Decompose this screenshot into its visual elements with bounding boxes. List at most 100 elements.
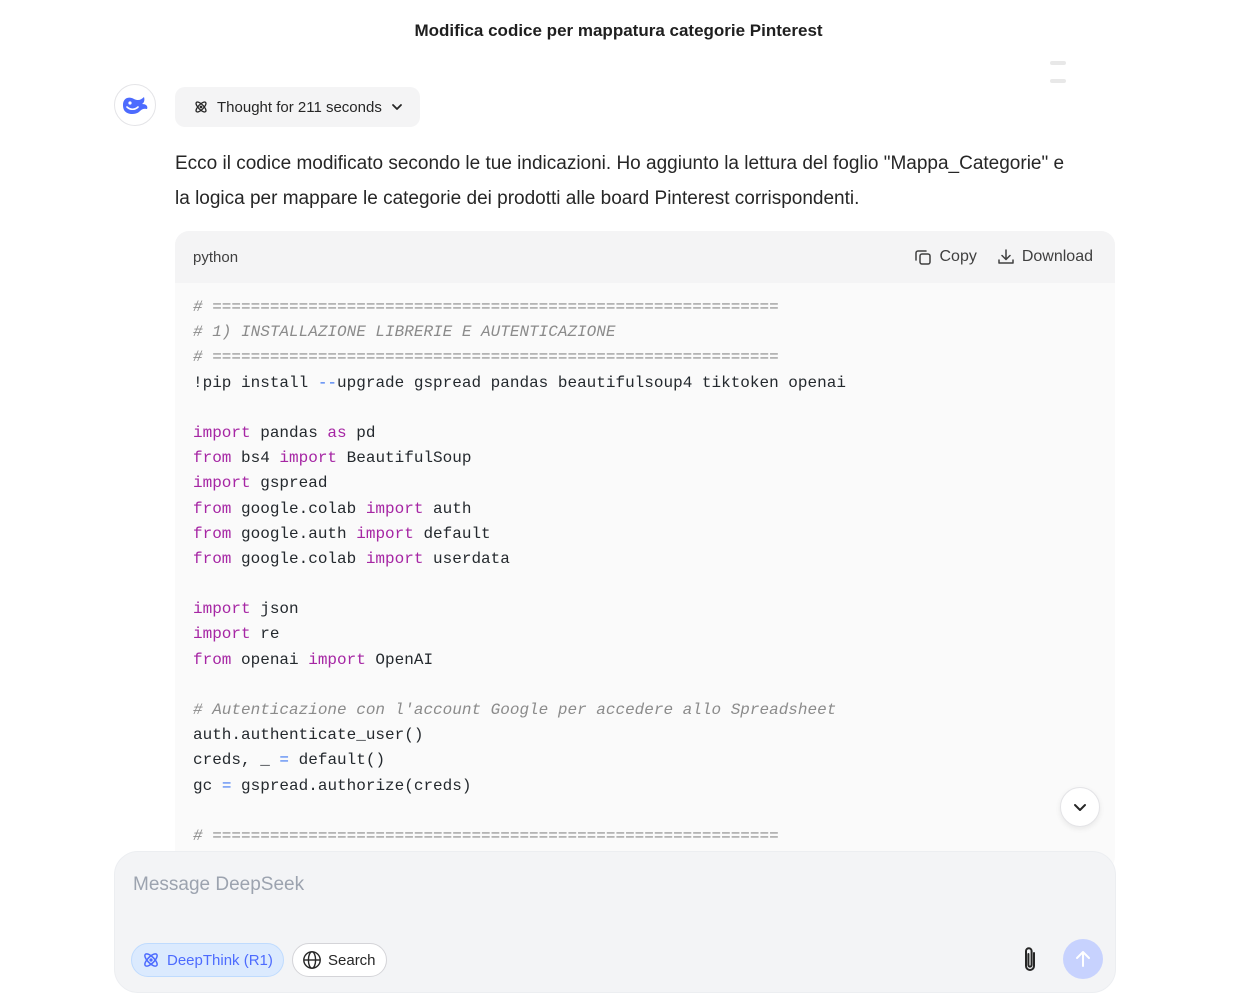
send-button[interactable] <box>1063 939 1103 979</box>
download-button[interactable]: Download <box>997 248 1093 266</box>
code-line: gc = gspread.authorize(creds) <box>193 774 1105 799</box>
code-line: creds, _ = default() <box>193 748 1105 773</box>
code-token: default() <box>289 751 386 770</box>
copy-icon <box>915 250 932 265</box>
code-token: import <box>365 549 424 568</box>
code-line: !pip install --upgrade gspread pandas be… <box>193 371 1105 396</box>
reply-line: la logica per mappare le categorie dei p… <box>175 188 860 209</box>
code-token: from <box>193 499 232 518</box>
code-line: # ======================================… <box>193 345 1105 370</box>
whale-logo-icon <box>123 97 148 115</box>
thought-toggle[interactable]: Thought for 211 seconds <box>175 87 420 127</box>
code-token: !pip install <box>193 373 318 392</box>
attach-button[interactable] <box>1015 942 1045 978</box>
code-line: from google.colab import userdata <box>193 547 1105 572</box>
faded-toolbar <box>1050 52 1120 83</box>
download-label: Download <box>1021 248 1093 265</box>
code-line: # ======================================… <box>193 824 1105 849</box>
top-bar: Modifica codice per mappatura categorie … <box>0 0 1237 83</box>
code-token: pd <box>346 423 376 442</box>
deepthink-label: DeepThink (R1) <box>167 951 273 969</box>
code-token: re <box>250 625 280 644</box>
code-content: # ======================================… <box>193 295 1105 849</box>
code-token: import <box>193 474 251 493</box>
code-token: openai <box>231 650 309 669</box>
code-token: # Autenticazione con l'account Google pe… <box>193 701 837 719</box>
code-token: default <box>413 524 491 543</box>
code-line: from google.colab import auth <box>193 497 1105 522</box>
code-token: from <box>193 650 232 669</box>
code-token: from <box>193 549 232 568</box>
code-token: = <box>221 776 232 795</box>
code-line: import pandas as pd <box>193 421 1105 446</box>
code-token: auth <box>423 499 472 518</box>
code-token: import <box>365 499 424 518</box>
code-token: creds, _ <box>193 751 280 770</box>
code-token: userdata <box>423 549 510 568</box>
code-token: from <box>193 524 232 543</box>
search-toggle[interactable]: Search <box>292 943 387 977</box>
code-token: # ======================================… <box>193 348 779 367</box>
scroll-down-button[interactable] <box>1060 787 1100 827</box>
deepthink-toggle[interactable]: DeepThink (R1) <box>131 943 284 977</box>
code-token: google.colab <box>231 499 366 518</box>
code-token: google.colab <box>231 549 366 568</box>
copy-button[interactable]: Copy <box>914 248 977 266</box>
code-token: = <box>279 751 290 770</box>
copy-label: Copy <box>939 248 977 265</box>
code-token: pandas <box>250 423 328 442</box>
code-token: import <box>193 625 251 644</box>
code-token: # 1) INSTALLAZIONE LIBRERIE E AUTENTICAZ… <box>193 323 616 342</box>
code-token: google.auth <box>231 524 357 543</box>
code-line: # ======================================… <box>193 295 1105 320</box>
globe-icon <box>303 951 321 969</box>
thought-label: Thought for 211 seconds <box>217 98 382 116</box>
code-token: bs4 <box>231 449 280 468</box>
code-token: import <box>193 600 251 619</box>
code-line: auth.authenticate_user() <box>193 723 1105 748</box>
code-line: from google.auth import default <box>193 522 1105 547</box>
code-token: upgrade gspread pandas beautifulsoup4 ti… <box>337 373 846 392</box>
code-token: from <box>193 449 232 468</box>
code-line: import gspread <box>193 471 1105 496</box>
code-line: from bs4 import BeautifulSoup <box>193 446 1105 471</box>
paperclip-icon <box>1025 947 1035 971</box>
atom-icon <box>144 953 158 967</box>
code-token: auth.authenticate_user() <box>193 726 424 745</box>
code-token: import <box>308 650 366 669</box>
code-token: json <box>250 600 299 619</box>
code-token: import <box>279 449 338 468</box>
code-token: OpenAI <box>365 650 434 669</box>
chevron-down-icon <box>391 104 402 110</box>
chat-title: Modifica codice per mappatura categorie … <box>414 21 823 40</box>
chevron-down-icon <box>1074 804 1086 811</box>
code-header: python Copy Download <box>175 231 1115 283</box>
code-token: import <box>356 524 414 543</box>
code-line: # Autenticazione con l'account Google pe… <box>193 698 1105 723</box>
arrow-up-icon <box>1076 951 1090 967</box>
message-input[interactable] <box>133 870 1033 900</box>
code-token: gc <box>193 776 222 795</box>
code-line: # 1) INSTALLAZIONE LIBRERIE E AUTENTICAZ… <box>193 320 1105 345</box>
code-token: BeautifulSoup <box>337 449 472 468</box>
code-token: -- <box>317 373 338 392</box>
code-token: # ======================================… <box>193 826 779 845</box>
assistant-reply: Ecco il codice modificato secondo le tue… <box>175 146 1120 216</box>
code-token: gspread.authorize(creds) <box>231 776 472 795</box>
code-language: python <box>193 248 239 266</box>
code-token: gspread <box>250 474 328 493</box>
code-line: import json <box>193 597 1105 622</box>
code-block: python Copy Download # =================… <box>175 231 1115 871</box>
assistant-avatar <box>114 84 156 126</box>
code-line: import re <box>193 622 1105 647</box>
code-line: from openai import OpenAI <box>193 648 1105 673</box>
code-token: import <box>193 423 251 442</box>
search-label: Search <box>328 951 376 969</box>
code-token: # ======================================… <box>193 298 779 316</box>
atom-icon <box>195 101 207 113</box>
reply-line: Ecco il codice modificato secondo le tue… <box>175 153 1065 174</box>
